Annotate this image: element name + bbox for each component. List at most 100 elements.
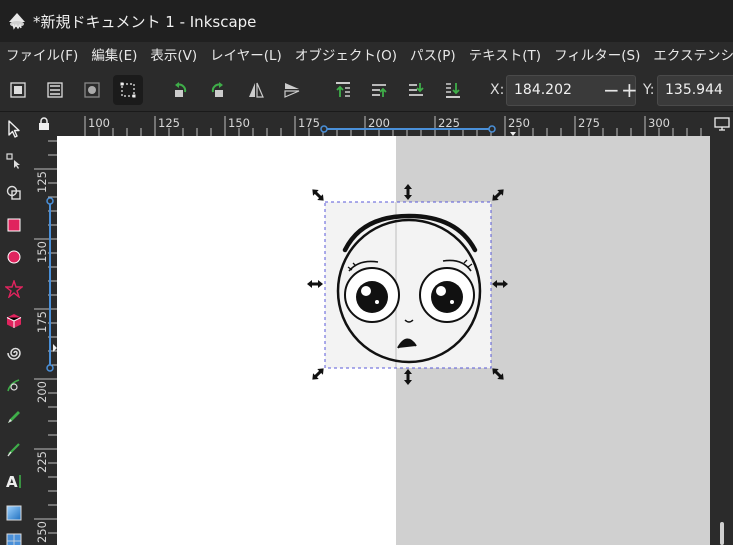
hruler-label: 250	[508, 116, 530, 130]
vruler-label: 250	[35, 521, 49, 543]
vruler-label: 125	[35, 171, 49, 193]
hruler-label: 300	[648, 116, 670, 130]
star-icon	[5, 280, 23, 298]
rotate-ccw-icon	[175, 82, 187, 97]
menu-view[interactable]: 表示(V)	[144, 42, 204, 70]
3d-box-icon	[6, 314, 22, 328]
spiral-tool[interactable]	[2, 340, 26, 366]
scale-handle-top-left[interactable]	[310, 187, 327, 204]
calligraphy-tool[interactable]	[2, 436, 26, 462]
mesh-icon	[6, 533, 22, 545]
node-tool[interactable]	[2, 148, 26, 174]
display-mode-button[interactable]	[713, 116, 731, 132]
pencil-icon	[8, 411, 20, 423]
title-bar: *新規ドキュメント 1 - Inkscape	[0, 0, 733, 42]
menu-edit[interactable]: 編集(E)	[85, 42, 144, 70]
select-same-button[interactable]	[77, 75, 107, 105]
node-edit-icon	[6, 153, 20, 169]
x-label: X:	[490, 82, 505, 98]
monitor-icon	[714, 117, 730, 131]
selector-tool[interactable]	[2, 116, 26, 142]
text-tool[interactable]: A	[2, 468, 26, 494]
flip-vertical-icon	[284, 83, 300, 98]
x-decrement-button[interactable]: −	[603, 80, 620, 100]
horizontal-ruler[interactable]: 100 125 150 175 200 225 250 275 300	[57, 112, 710, 136]
inkscape-logo-icon	[9, 13, 25, 30]
ellipse-icon	[7, 250, 21, 264]
hruler-selection-indicator	[320, 125, 516, 136]
shapes-builder-tool[interactable]	[2, 180, 26, 206]
ellipse-tool[interactable]	[2, 244, 26, 270]
lower-to-bottom-icon	[446, 83, 460, 98]
raise-icon	[372, 84, 387, 97]
menu-layer[interactable]: レイヤー(L)	[204, 42, 289, 70]
lower-icon	[409, 83, 424, 96]
vertical-ruler[interactable]: 125 150 175 200 225 250	[30, 136, 57, 545]
scale-handle-top-right[interactable]	[490, 187, 507, 204]
scale-handle-top[interactable]	[404, 184, 412, 200]
guide-lock-button[interactable]	[30, 112, 57, 136]
menu-filters[interactable]: フィルター(S)	[548, 42, 647, 70]
menu-extensions[interactable]: エクステンション(N)	[647, 42, 733, 70]
svg-text:A: A	[6, 473, 18, 490]
lower-button[interactable]	[401, 75, 431, 105]
gradient-icon	[6, 505, 22, 521]
hruler-label: 225	[438, 116, 460, 130]
y-coordinate-value: 135.944	[665, 82, 723, 98]
scale-handle-left[interactable]	[307, 280, 323, 288]
hruler-label: 100	[88, 116, 110, 130]
pen-tool[interactable]	[2, 372, 26, 398]
select-same-icon	[84, 82, 100, 98]
rectangle-icon	[7, 218, 21, 232]
flip-vertical-button[interactable]	[277, 75, 307, 105]
rotate-ccw-button[interactable]	[166, 75, 196, 105]
vruler-label: 225	[35, 451, 49, 473]
scrollbar-thumb[interactable]	[720, 522, 724, 545]
menu-file[interactable]: ファイル(F)	[0, 42, 85, 70]
raise-to-top-icon	[336, 82, 350, 97]
flip-horizontal-button[interactable]	[241, 75, 271, 105]
flip-horizontal-icon	[249, 82, 264, 98]
lower-to-bottom-button[interactable]	[438, 75, 468, 105]
rectangle-tool[interactable]	[2, 212, 26, 238]
3d-box-tool[interactable]	[2, 308, 26, 334]
menu-path[interactable]: パス(P)	[404, 42, 463, 70]
arrow-cursor-icon	[8, 120, 20, 138]
raise-button[interactable]	[364, 75, 394, 105]
touch-selection-button[interactable]	[113, 75, 143, 105]
scale-handle-bottom-right[interactable]	[490, 366, 507, 383]
y-coordinate-field[interactable]: 135.944	[657, 75, 733, 106]
vruler-label: 175	[35, 311, 49, 333]
pencil-tool[interactable]	[2, 404, 26, 430]
vruler-selection-indicator	[46, 197, 57, 372]
star-tool[interactable]	[2, 276, 26, 302]
toolbox: A	[0, 112, 30, 545]
scale-handle-right[interactable]	[492, 280, 508, 288]
tool-controls-bar: X: 184.202 − + Y: 135.944	[0, 70, 733, 112]
select-all-layers-button[interactable]	[40, 75, 70, 105]
right-scrollbar[interactable]	[710, 112, 733, 545]
select-all-button[interactable]	[3, 75, 33, 105]
text-icon: A	[6, 473, 21, 490]
menu-object[interactable]: オブジェクト(O)	[289, 42, 404, 70]
menu-bar: ファイル(F) 編集(E) 表示(V) レイヤー(L) オブジェクト(O) パス…	[0, 42, 733, 70]
mesh-tool[interactable]	[2, 528, 26, 545]
x-coordinate-value: 184.202	[514, 82, 572, 98]
raise-to-top-button[interactable]	[328, 75, 358, 105]
rotate-cw-button[interactable]	[202, 75, 232, 105]
hruler-label: 175	[298, 116, 320, 130]
lock-icon	[38, 117, 49, 130]
calligraphy-icon	[7, 443, 20, 457]
gradient-tool[interactable]	[2, 500, 26, 526]
hruler-label: 275	[578, 116, 600, 130]
bounding-box-icon	[120, 82, 136, 98]
menu-text[interactable]: テキスト(T)	[463, 42, 548, 70]
y-label: Y:	[643, 82, 655, 98]
drawing-canvas[interactable]	[57, 136, 710, 545]
x-increment-button[interactable]: +	[621, 80, 638, 100]
select-all-icon	[10, 82, 26, 98]
scale-handle-bottom-left[interactable]	[310, 366, 327, 383]
rotate-cw-icon	[211, 82, 223, 97]
scale-handle-bottom[interactable]	[404, 369, 412, 385]
vruler-label: 200	[35, 381, 49, 403]
